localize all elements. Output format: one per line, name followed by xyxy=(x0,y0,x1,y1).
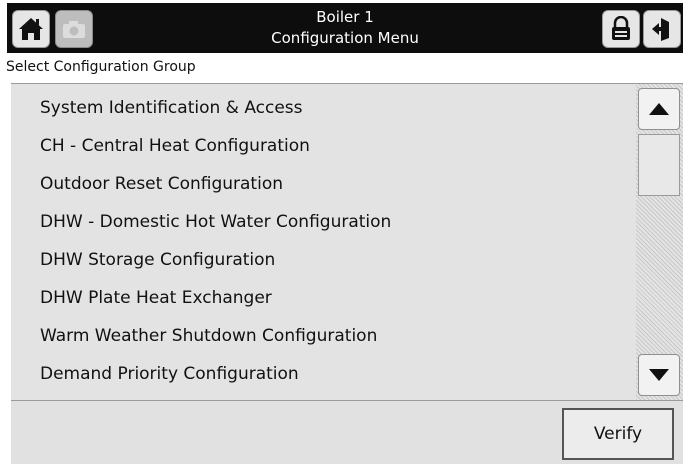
title-bar: Boiler 1 Configuration Menu xyxy=(7,3,683,53)
config-group-panel: System Identification & Access CH - Cent… xyxy=(11,83,683,401)
list-item-domestic-hot-water[interactable]: DHW - Domestic Hot Water Configuration xyxy=(11,203,636,241)
page-title: Boiler 1 Configuration Menu xyxy=(157,7,533,49)
home-button[interactable] xyxy=(12,10,50,48)
title-line-2: Configuration Menu xyxy=(271,29,419,47)
list-item-demand-priority[interactable]: Demand Priority Configuration xyxy=(11,355,636,393)
scroll-down-button[interactable] xyxy=(638,354,680,396)
config-group-list: System Identification & Access CH - Cent… xyxy=(11,89,636,393)
verify-button[interactable]: Verify xyxy=(562,408,674,460)
scroll-thumb[interactable] xyxy=(638,134,680,196)
list-item-central-heat[interactable]: CH - Central Heat Configuration xyxy=(11,127,636,165)
lock-icon xyxy=(612,16,630,40)
list-item-dhw-storage[interactable]: DHW Storage Configuration xyxy=(11,241,636,279)
exit-icon xyxy=(652,18,669,41)
list-item-outdoor-reset[interactable]: Outdoor Reset Configuration xyxy=(11,165,636,203)
triangle-up-icon xyxy=(649,103,669,115)
list-item-warm-weather-shutdown[interactable]: Warm Weather Shutdown Configuration xyxy=(11,317,636,355)
scroll-up-button[interactable] xyxy=(638,88,680,130)
list-item-system-identification[interactable]: System Identification & Access xyxy=(11,89,636,127)
exit-button[interactable] xyxy=(643,10,681,48)
title-line-1: Boiler 1 xyxy=(316,8,374,26)
scrollbar[interactable] xyxy=(636,84,683,400)
home-icon xyxy=(19,18,43,40)
lock-button[interactable] xyxy=(602,10,640,48)
camera-button[interactable] xyxy=(55,10,93,48)
triangle-down-icon xyxy=(649,369,669,381)
camera-icon xyxy=(63,21,85,38)
list-item-dhw-plate-heat-exchanger[interactable]: DHW Plate Heat Exchanger xyxy=(11,279,636,317)
select-group-label: Select Configuration Group xyxy=(6,59,196,75)
footer-bar: Verify xyxy=(11,401,683,464)
